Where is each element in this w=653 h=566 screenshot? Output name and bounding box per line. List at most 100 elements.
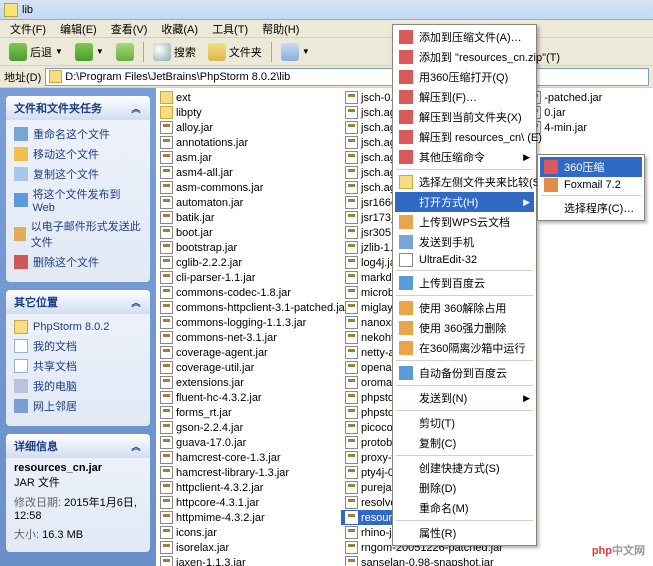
folders-button[interactable]: 文件夹 [203,40,267,64]
menu-item[interactable]: 创建快捷方式(S) [395,458,534,478]
search-button[interactable]: 搜索 [148,40,201,64]
file-item[interactable]: extensions.jar [156,375,341,390]
menu-item[interactable]: 其他压缩命令▶ [395,147,534,167]
up-button[interactable] [111,40,139,64]
file-item[interactable]: asm-commons.jar [156,180,341,195]
file-item[interactable]: guava-17.0.jar [156,435,341,450]
menu-bar: 文件(F) 编辑(E) 查看(V) 收藏(A) 工具(T) 帮助(H) [0,20,653,38]
file-item[interactable]: boot.jar [156,225,341,240]
file-item[interactable]: httpclient-4.3.2.jar [156,480,341,495]
file-item[interactable]: ext [156,90,341,105]
menu-view[interactable]: 查看(V) [105,20,154,38]
menu-item[interactable]: 剪切(T) [395,413,534,433]
menu-item[interactable]: 使用 360强力删除 [395,318,534,338]
forward-button[interactable]: ▼ [70,40,109,64]
task-item[interactable]: 复制这个文件 [14,164,142,184]
menu-item[interactable]: 360压缩 [540,157,642,177]
menu-item[interactable]: 发送到(N)▶ [395,388,534,408]
menu-item[interactable]: 解压到当前文件夹(X) [395,107,534,127]
file-item[interactable]: commons-codec-1.8.jar [156,285,341,300]
file-item[interactable]: coverage-agent.jar [156,345,341,360]
task-item[interactable]: 移动这个文件 [14,144,142,164]
file-item[interactable]: commons-httpclient-3.1-patched.jar [156,300,341,315]
file-item[interactable]: asm4-all.jar [156,165,341,180]
menu-item[interactable]: 属性(R) [395,523,534,543]
place-item[interactable]: 我的文档 [14,336,142,356]
file-item[interactable]: forms_rt.jar [156,405,341,420]
file-item[interactable]: hamcrest-library-1.3.jar [156,465,341,480]
panel-header[interactable]: 文件和文件夹任务︽ [6,96,150,120]
menu-edit[interactable]: 编辑(E) [54,20,103,38]
file-item[interactable]: coverage-util.jar [156,360,341,375]
menu-item[interactable]: 解压到(F)… [395,87,534,107]
task-item[interactable]: 以电子邮件形式发送此文件 [14,216,142,252]
menu-separator [396,410,533,411]
file-item[interactable]: 0.jar [524,105,653,120]
file-item[interactable]: fluent-hc-4.3.2.jar [156,390,341,405]
place-item[interactable]: 网上邻居 [14,396,142,416]
menu-item[interactable]: 选择左侧文件夹来比较(S) [395,172,534,192]
file-item[interactable]: asm.jar [156,150,341,165]
file-item[interactable]: isorelax.jar [156,540,341,555]
place-item[interactable]: 共享文档 [14,356,142,376]
separator [143,42,144,62]
folder-icon [4,3,18,17]
menu-item[interactable]: UltraEdit-32 [395,252,534,268]
task-item[interactable]: 重命名这个文件 [14,124,142,144]
submenu-arrow-icon: ▶ [523,197,530,208]
file-item[interactable]: -patched.jar [524,90,653,105]
menu-item[interactable]: 自动备份到百度云 [395,363,534,383]
file-item[interactable]: alloy.jar [156,120,341,135]
jar-icon [160,151,173,164]
task-item[interactable]: 删除这个文件 [14,252,142,272]
menu-item[interactable]: 添加到 "resources_cn.zip"(T) [395,47,534,67]
menu-item[interactable]: 发送到手机 [395,232,534,252]
menu-item[interactable]: 解压到 resources_cn\ (E) [395,127,534,147]
file-item[interactable]: hamcrest-core-1.3.jar [156,450,341,465]
menu-item[interactable]: 删除(D) [395,478,534,498]
menu-item[interactable]: 重命名(M) [395,498,534,518]
file-item[interactable]: icons.jar [156,525,341,540]
menu-item[interactable]: 选择程序(C)… [540,198,642,218]
panel-header[interactable]: 详细信息︽ [6,434,150,458]
menu-item[interactable]: 在360隔离沙箱中运行 [395,338,534,358]
task-item[interactable]: 将这个文件发布到 Web [14,184,142,216]
menu-item[interactable]: 用360压缩打开(Q) [395,67,534,87]
file-item[interactable]: commons-net-3.1.jar [156,330,341,345]
file-item[interactable]: 4-min.jar [524,120,653,135]
file-item[interactable]: libpty [156,105,341,120]
jar-icon [160,271,173,284]
menu-item[interactable]: 使用 360解除占用 [395,298,534,318]
menu-item[interactable]: 添加到压缩文件(A)… [395,27,534,47]
menu-tools[interactable]: 工具(T) [206,20,254,38]
place-item[interactable]: PhpStorm 8.0.2 [14,318,142,336]
menu-fav[interactable]: 收藏(A) [155,20,204,38]
file-item[interactable]: batik.jar [156,210,341,225]
file-item[interactable]: cli-parser-1.1.jar [156,270,341,285]
address-input[interactable]: D:\Program Files\JetBrains\PhpStorm 8.0.… [45,68,649,86]
submenu-arrow-icon: ▶ [523,393,530,404]
file-item[interactable]: gson-2.2.4.jar [156,420,341,435]
menu-file[interactable]: 文件(F) [4,20,52,38]
file-item[interactable]: httpmime-4.3.2.jar [156,510,341,525]
file-item[interactable]: automaton.jar [156,195,341,210]
panel-header[interactable]: 其它位置︽ [6,290,150,314]
menu-item[interactable]: 上传到百度云 [395,273,534,293]
file-item[interactable]: sanselan-0.98-snapshot.jar [341,555,524,566]
menu-item[interactable]: Foxmail 7.2 [540,177,642,193]
jar-icon [345,301,358,314]
menu-item[interactable]: 上传到WPS云文档 [395,212,534,232]
file-item[interactable]: httpcore-4.3.1.jar [156,495,341,510]
file-item[interactable]: commons-logging-1.1.3.jar [156,315,341,330]
file-item[interactable]: bootstrap.jar [156,240,341,255]
file-item[interactable]: annotations.jar [156,135,341,150]
file-item[interactable]: cglib-2.2.2.jar [156,255,341,270]
file-tasks-panel: 文件和文件夹任务︽ 重命名这个文件移动这个文件复制这个文件将这个文件发布到 We… [6,96,150,282]
place-item[interactable]: 我的电脑 [14,376,142,396]
views-button[interactable]: ▼ [276,40,315,64]
file-item[interactable]: jaxen-1.1.3.jar [156,555,341,566]
menu-item[interactable]: 复制(C) [395,433,534,453]
back-button[interactable]: 后退▼ [4,40,68,64]
menu-help[interactable]: 帮助(H) [256,20,305,38]
menu-item[interactable]: 打开方式(H)▶ [395,192,534,212]
